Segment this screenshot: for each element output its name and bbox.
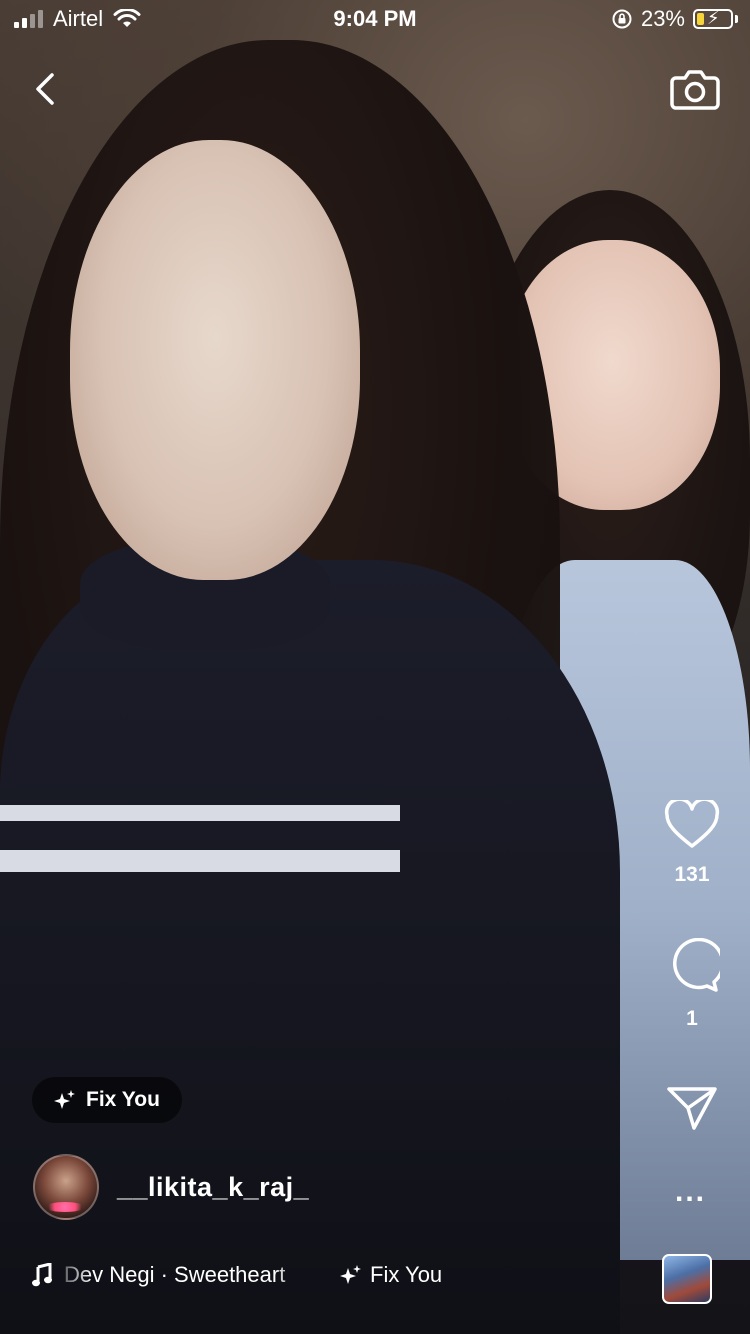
battery-charging-icon: ⚡ [693, 8, 733, 29]
music-note-icon [32, 1263, 52, 1287]
audio-track-text[interactable]: Dev Negi · Sweetheart [64, 1262, 285, 1287]
audio-track-marquee[interactable]: Dev Negi · Sweetheart [64, 1262, 304, 1288]
comment-count[interactable]: 1 [662, 1007, 722, 1031]
status-bar: Airtel 9:04 PM 23% ⚡ [0, 0, 750, 40]
orientation-lock-icon [612, 9, 632, 29]
comment-bubble-icon[interactable] [664, 937, 725, 994]
person-left-face [70, 140, 360, 580]
sweater-stripe [0, 850, 400, 872]
battery-fill [697, 13, 704, 25]
reel-video-frame[interactable] [0, 0, 750, 1334]
share-action[interactable] [662, 1084, 722, 1137]
more-horizontal-icon[interactable]: ... [675, 1175, 706, 1208]
sparkles-icon [340, 1265, 361, 1284]
effect-label: Fix You [86, 1088, 160, 1111]
like-count[interactable]: 131 [662, 863, 722, 887]
effect-chip[interactable]: Fix You [32, 1077, 182, 1123]
like-action[interactable]: 131 [662, 797, 722, 887]
chevron-left-icon [36, 73, 54, 105]
author-row[interactable]: __likita_k_raj_ [33, 1154, 309, 1220]
status-right-group: 23% ⚡ [611, 6, 738, 32]
camera-button[interactable] [668, 62, 722, 116]
audio-effect-link[interactable]: Fix You [340, 1262, 442, 1288]
audio-effect-label[interactable]: Fix You [370, 1262, 442, 1288]
avatar[interactable] [33, 1154, 99, 1220]
back-button[interactable] [18, 62, 72, 116]
heart-icon[interactable] [664, 797, 720, 850]
more-options-button[interactable]: ... [675, 1175, 706, 1209]
audio-thumbnail[interactable] [662, 1254, 712, 1304]
paper-plane-icon[interactable] [666, 1084, 718, 1132]
comment-action[interactable]: 1 [662, 937, 725, 1031]
username[interactable]: __likita_k_raj_ [117, 1172, 309, 1203]
camera-icon [670, 70, 720, 110]
battery-nub [735, 15, 738, 23]
sweater-stripe [0, 805, 400, 821]
battery-percent: 23% [640, 6, 685, 31]
sparkles-icon [54, 1090, 75, 1109]
audio-row[interactable]: Dev Negi · Sweetheart Fix You [32, 1262, 442, 1288]
